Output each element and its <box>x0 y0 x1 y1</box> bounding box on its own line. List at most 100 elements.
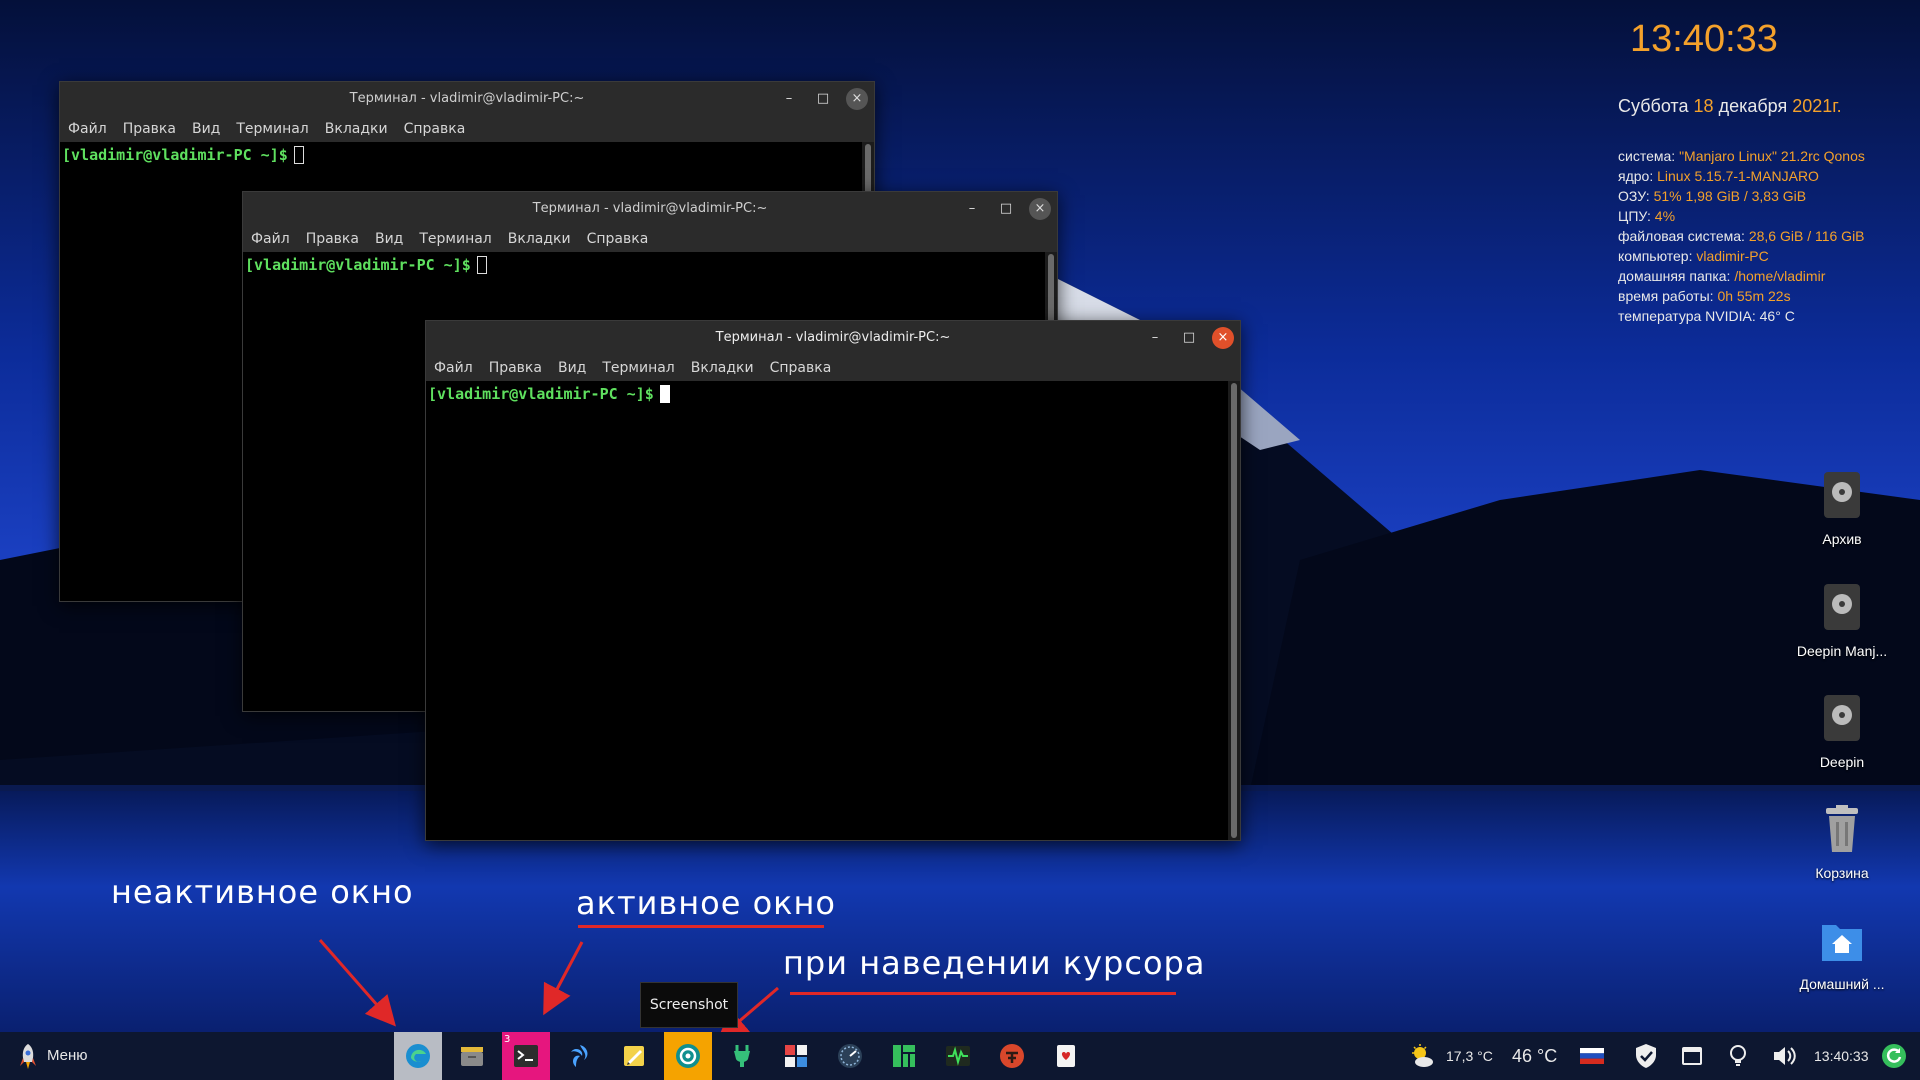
conky-row-filesystem: файловая система: 28,6 GiB / 116 GiB <box>1618 226 1865 246</box>
menu-tabs[interactable]: Вкладки <box>508 226 571 252</box>
window-tray-icon <box>1682 1047 1702 1065</box>
taskbar-cards-game[interactable] <box>1042 1032 1090 1080</box>
gpu-temp[interactable]: 46 °C <box>1512 1032 1557 1080</box>
menu-terminal[interactable]: Терминал <box>419 226 491 252</box>
close-button[interactable]: × <box>1029 198 1051 220</box>
scrollbar[interactable] <box>1228 381 1240 840</box>
annotation-active-window: активное окно <box>576 884 836 922</box>
menu-terminal[interactable]: Терминал <box>602 355 674 381</box>
app-grid-icon <box>785 1045 807 1067</box>
volume-tray[interactable] <box>1760 1032 1808 1080</box>
desktop-icon-trash[interactable]: Корзина <box>1782 804 1902 881</box>
menu-help[interactable]: Справка <box>587 226 649 252</box>
window-titlebar[interactable]: Терминал - vladimir@vladimir-PC:~ – □ × <box>60 82 874 116</box>
tips-tray[interactable] <box>1714 1032 1762 1080</box>
swirl-app-icon <box>571 1045 588 1067</box>
desktop-icon-deepin[interactable]: Deepin <box>1782 693 1902 770</box>
app-menu-button[interactable] <box>4 1032 52 1080</box>
maximize-button[interactable]: □ <box>812 88 834 110</box>
partly-cloudy-icon <box>1412 1044 1433 1067</box>
taskbar-manjaro-settings[interactable] <box>880 1032 928 1080</box>
menu-help[interactable]: Справка <box>404 116 466 142</box>
weather-temp[interactable]: 17,3 °C <box>1446 1032 1493 1080</box>
trash-icon <box>1826 805 1858 852</box>
drive-icon <box>1824 695 1860 741</box>
terminal-prompt: [vladimir@vladimir-PC ~]$ <box>60 142 862 168</box>
taskbar-system-monitor[interactable] <box>826 1032 874 1080</box>
desktop-icon-home[interactable]: Домашний ... <box>1782 915 1902 992</box>
conky-value: 0h 55m 22s <box>1717 288 1791 304</box>
terminal-icon <box>514 1045 538 1067</box>
maximize-button[interactable]: □ <box>995 198 1017 220</box>
menu-edit[interactable]: Правка <box>123 116 176 142</box>
speedometer-icon <box>838 1044 862 1068</box>
speaker-icon <box>1774 1047 1796 1065</box>
taskbar-app-red[interactable] <box>988 1032 1036 1080</box>
minimize-button[interactable]: – <box>961 198 983 220</box>
file-manager-icon <box>461 1047 483 1066</box>
menu-view[interactable]: Вид <box>375 226 403 252</box>
conky-row-cpu: ЦПУ: 4% <box>1618 206 1865 226</box>
menu-view[interactable]: Вид <box>558 355 586 381</box>
taskbar-files[interactable] <box>448 1032 496 1080</box>
menu-view[interactable]: Вид <box>192 116 220 142</box>
conky-value: /home/vladimir <box>1734 268 1826 284</box>
conky-value: 28,6 GiB / 116 GiB <box>1748 228 1865 244</box>
conky-row-kernel: ядро: Linux 5.15.7-1-MANJARO <box>1618 166 1865 186</box>
taskbar-text-editor[interactable] <box>610 1032 658 1080</box>
conky-label: компьютер: <box>1618 248 1697 264</box>
terminal-body[interactable]: [vladimir@vladimir-PC ~]$ <box>426 381 1228 840</box>
menu-file[interactable]: Файл <box>251 226 290 252</box>
window-titlebar[interactable]: Терминал - vladimir@vladimir-PC:~ – □ × <box>426 321 1240 355</box>
desktop-icon-label: Deepin Manj... <box>1796 643 1888 659</box>
conky-label: домашняя папка: <box>1618 268 1735 284</box>
maximize-button[interactable]: □ <box>1178 327 1200 349</box>
menu-tabs[interactable]: Вкладки <box>691 355 754 381</box>
menu-edit[interactable]: Правка <box>306 226 359 252</box>
drive-icon <box>1824 472 1860 518</box>
tooltip: Screenshot <box>640 982 738 1028</box>
window-menubar: Файл Правка Вид Терминал Вкладки Справка <box>243 226 1057 252</box>
weather-widget[interactable] <box>1398 1032 1446 1080</box>
playing-card-icon <box>1057 1045 1075 1067</box>
keyboard-layout[interactable] <box>1568 1032 1616 1080</box>
menu-edit[interactable]: Правка <box>489 355 542 381</box>
menu-file[interactable]: Файл <box>68 116 107 142</box>
desktop-icon-archive[interactable]: Архив <box>1782 470 1902 547</box>
conky-label: ядро: <box>1618 168 1658 184</box>
minimize-button[interactable]: – <box>1144 327 1166 349</box>
menu-tabs[interactable]: Вкладки <box>325 116 388 142</box>
taskbar-software-center[interactable] <box>772 1032 820 1080</box>
taskbar-screenshot[interactable] <box>664 1032 712 1080</box>
minimize-button[interactable]: – <box>778 88 800 110</box>
conky-label: температура NVIDIA: 46° C <box>1618 308 1795 324</box>
menu-file[interactable]: Файл <box>434 355 473 381</box>
conky-value: vladimir-PC <box>1696 248 1769 264</box>
taskbar-browser[interactable] <box>394 1032 442 1080</box>
taskbar-activity-monitor[interactable] <box>934 1032 982 1080</box>
desktop-icon-deepin-manjaro[interactable]: Deepin Manj... <box>1782 582 1902 659</box>
conky-value: Linux 5.15.7-1-MANJARO <box>1657 168 1819 184</box>
annotation-inactive-window: неактивное окно <box>111 873 414 911</box>
menu-help[interactable]: Справка <box>770 355 832 381</box>
terminal-window-active[interactable]: Терминал - vladimir@vladimir-PC:~ – □ × … <box>425 320 1241 841</box>
desktop-icon-label: Домашний ... <box>1799 976 1885 992</box>
app-menu-label[interactable]: Меню <box>47 1032 88 1080</box>
camera-shutter-icon <box>676 1044 700 1068</box>
drive-icon <box>1824 584 1860 630</box>
security-tray[interactable] <box>1622 1032 1670 1080</box>
close-button[interactable]: × <box>846 88 868 110</box>
update-tray[interactable] <box>1870 1032 1918 1080</box>
close-button[interactable]: × <box>1212 327 1234 349</box>
conky-row-ram: ОЗУ: 51% 1,98 GiB / 3,83 GiB <box>1618 186 1865 206</box>
window-titlebar[interactable]: Терминал - vladimir@vladimir-PC:~ – □ × <box>243 192 1057 226</box>
taskbar-app-green[interactable] <box>718 1032 766 1080</box>
text-cursor <box>476 256 487 274</box>
taskbar-app-swirl[interactable] <box>556 1032 604 1080</box>
menu-terminal[interactable]: Терминал <box>236 116 308 142</box>
russian-flag-icon <box>1580 1048 1604 1064</box>
taskbar-clock[interactable]: 13:40:33 <box>1814 1032 1869 1080</box>
clipboard-tray[interactable] <box>1668 1032 1716 1080</box>
scrollbar-thumb[interactable] <box>1231 383 1237 838</box>
taskbar-terminal[interactable]: 3 <box>502 1032 550 1080</box>
